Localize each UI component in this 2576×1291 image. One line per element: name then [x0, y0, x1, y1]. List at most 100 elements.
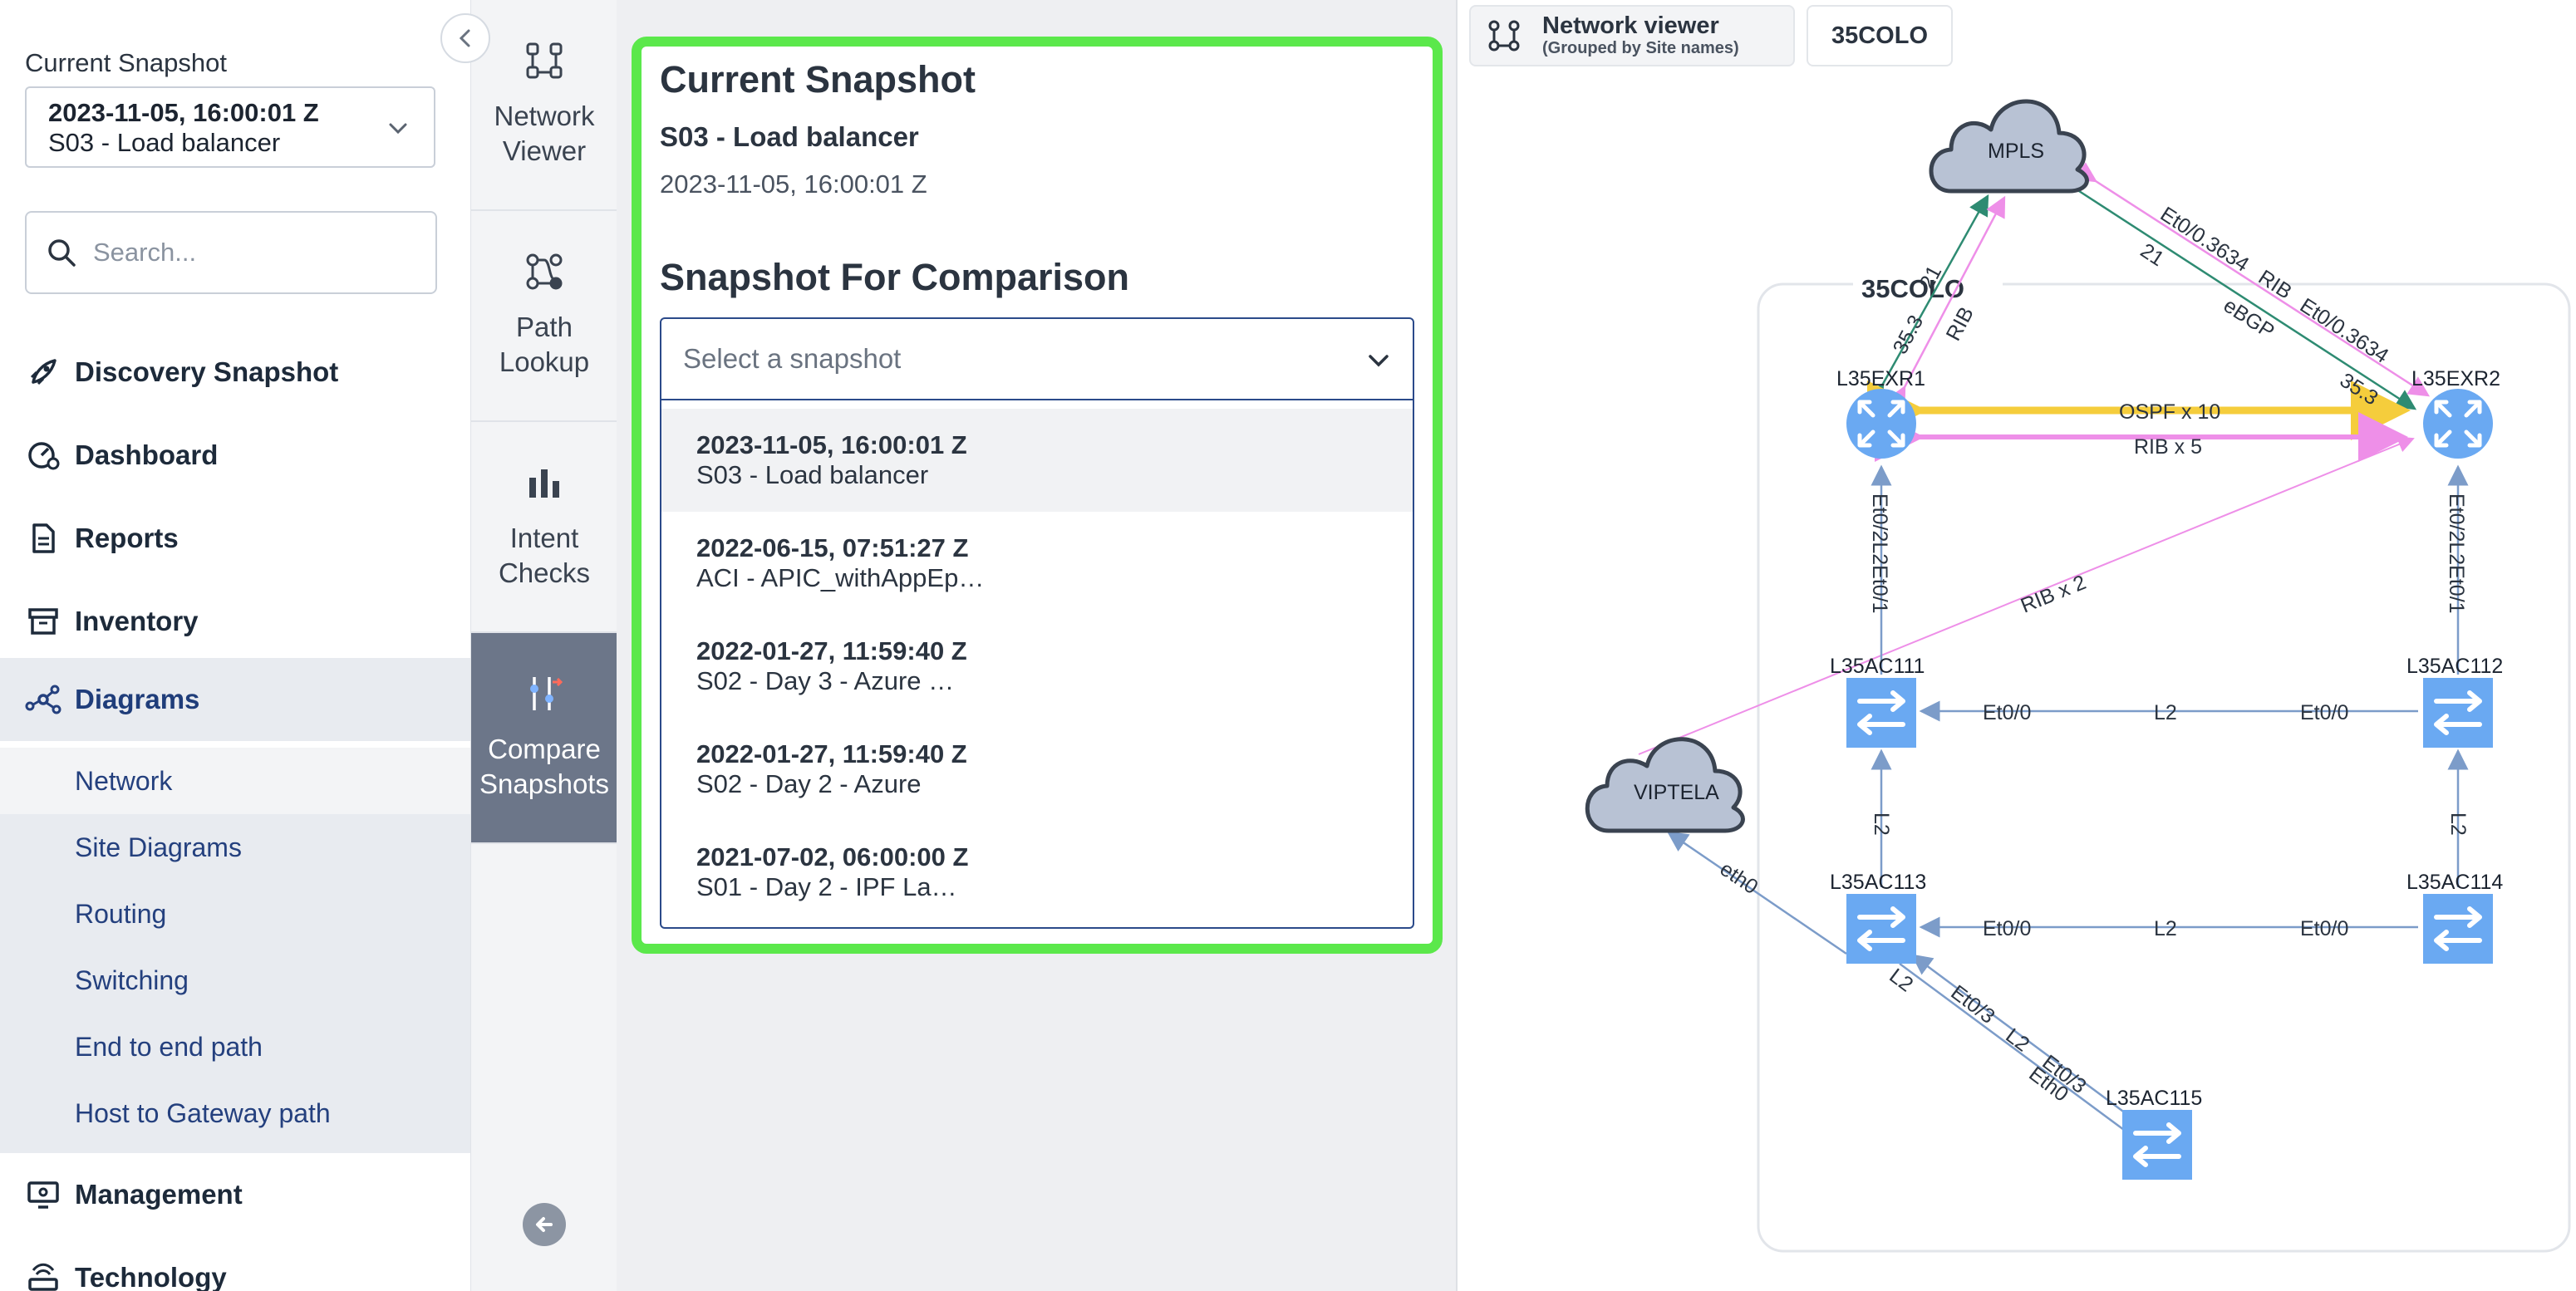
collapse-sidebar-button[interactable] — [440, 13, 490, 63]
label-ospf: OSPF x 10 — [2119, 400, 2220, 424]
label-r2-mpls-rib: RIB — [2254, 266, 2296, 304]
compare-panel: Current Snapshot S03 - Load balancer 202… — [617, 0, 1458, 1291]
label-s113-s115-l2: L2 — [1885, 964, 1917, 996]
switch-l35ac113[interactable]: L35AC113 — [1830, 871, 1926, 964]
rail-path-lookup[interactable]: Path Lookup — [471, 211, 617, 422]
rail-label: Snapshots — [479, 768, 609, 799]
nav-reports[interactable]: Reports — [0, 497, 470, 580]
site-group-label: 35COLO — [1861, 274, 1964, 303]
monitor-settings-icon — [25, 1176, 61, 1213]
label-s111-s112-l2: L2 — [2154, 701, 2177, 724]
nav-label: Diagrams — [75, 684, 200, 714]
label-s113-s115-et: Et0/3 — [1946, 980, 1998, 1028]
network-diagram[interactable]: 35COLO OSPF x 10 RIB x 5 RIB x 2 21 RIB … — [1459, 0, 2576, 1291]
network-nodes-icon — [25, 681, 61, 718]
nav-label: Management — [75, 1179, 243, 1210]
subnav-site-diagrams[interactable]: Site Diagrams — [0, 814, 470, 881]
nav-discovery-snapshot[interactable]: Discovery Snapshot — [0, 331, 470, 414]
device-label: L35AC113 — [1830, 871, 1926, 894]
label-s111-s113: L2 — [1870, 812, 1893, 836]
arrow-left-circle-icon — [536, 1217, 553, 1232]
label-s111-s112-b: Et0/0 — [2300, 701, 2348, 724]
search-box[interactable] — [25, 211, 437, 294]
snapshot-option[interactable]: 2021-07-02, 06:00:00 Z S01 - Day 2 - IPF… — [661, 821, 1413, 924]
snapshot-option[interactable]: 2022-06-15, 07:51:27 Z ACI - APIC_withAp… — [661, 512, 1413, 615]
label-s112-s114: L2 — [2446, 812, 2470, 836]
label-s111-s112-a: Et0/0 — [1983, 701, 2031, 724]
comparison-snapshot-select[interactable]: Select a snapshot — [660, 317, 1414, 400]
device-label: L35EXR1 — [1836, 367, 1925, 390]
rail-intent-checks[interactable]: Intent Checks — [471, 422, 617, 633]
select-placeholder: Select a snapshot — [683, 343, 902, 374]
site-tab-35colo[interactable]: 35COLO — [1807, 5, 1953, 66]
rail-label: Lookup — [499, 346, 590, 377]
current-snapshot-select[interactable]: 2023-11-05, 16:00:01 Z S03 - Load balanc… — [25, 86, 435, 168]
rail-compare-snapshots[interactable]: Compare Snapshots — [471, 633, 617, 844]
cloud-label: VIPTELA — [1634, 781, 1719, 804]
switch-l35ac112[interactable]: L35AC112 — [2406, 655, 2503, 748]
router-l35exr1[interactable]: L35EXR1 — [1836, 367, 1925, 459]
nav-inventory[interactable]: Inventory — [0, 580, 470, 663]
option-date: 2023-11-05, 16:00:01 Z — [696, 430, 967, 459]
subnav-host-to-gateway-path[interactable]: Host to Gateway path — [0, 1080, 470, 1146]
nav-management[interactable]: Management — [0, 1153, 470, 1236]
rail-label: Path — [516, 312, 573, 342]
snapshot-dropdown-list: 2023-11-05, 16:00:01 Z S03 - Load balanc… — [660, 400, 1414, 929]
label-s113-s114-b: Et0/0 — [2300, 917, 2348, 940]
option-name: ACI - APIC_withAppEp… — [696, 563, 985, 592]
option-name: S02 - Day 3 - Azure … — [696, 666, 955, 695]
current-snapshot-date: 2023-11-05, 16:00:01 Z — [48, 98, 319, 127]
tool-rail: Network Viewer Path Lookup Intent Checks Co… — [470, 0, 617, 1291]
label-r1-mpls-353: 35.3 — [1889, 312, 1929, 358]
subnav-network[interactable]: Network — [0, 748, 470, 814]
snapshot-option[interactable]: 2023-11-05, 16:00:01 Z S03 - Load balanc… — [661, 409, 1413, 512]
snapshot-option[interactable]: 2022-01-27, 11:59:40 Z S02 - Day 3 - Azu… — [661, 615, 1413, 718]
search-input[interactable] — [93, 238, 409, 268]
label-rib2: RIB x 2 — [2018, 571, 2090, 618]
topology-icon — [1488, 20, 1520, 52]
rail-network-viewer[interactable]: Network Viewer — [471, 0, 617, 211]
label-r2-mpls-et1: Et0/0.3634 — [2156, 203, 2254, 277]
switch-l35ac111[interactable]: L35AC111 — [1830, 655, 1925, 748]
rail-label: Viewer — [502, 135, 587, 166]
nav-dashboard[interactable]: Dashboard — [0, 414, 470, 497]
router-l35exr2[interactable]: L35EXR2 — [2411, 367, 2500, 459]
rail-label: Intent — [509, 523, 579, 553]
option-date: 2022-06-15, 07:51:27 Z — [696, 533, 969, 562]
bar-chart-icon — [529, 469, 559, 498]
nav-diagrams[interactable]: Diagrams — [0, 658, 470, 741]
subnav-switching[interactable]: Switching — [0, 947, 470, 1014]
snapshot-option[interactable]: 2022-01-27, 11:59:40 Z S02 - Day 2 - Azu… — [661, 718, 1413, 821]
label-r2-s112: Et0/2L2Et0/1 — [2445, 493, 2468, 614]
document-icon — [25, 520, 61, 557]
switch-l35ac114[interactable]: L35AC114 — [2406, 871, 2503, 964]
subnav-routing[interactable]: Routing — [0, 881, 470, 947]
nav-technology[interactable]: Technology — [0, 1236, 470, 1291]
sidebar: Current Snapshot 2023-11-05, 16:00:01 Z … — [0, 0, 470, 1291]
cloud-viptela[interactable]: VIPTELA — [1585, 737, 1745, 833]
network-viewer[interactable]: 35COLO OSPF x 10 RIB x 5 RIB x 2 21 RIB … — [1459, 0, 2576, 1291]
switch-l35ac115[interactable]: L35AC115 — [2106, 1087, 2202, 1180]
archive-box-icon — [25, 603, 61, 640]
viewer-tab-title: Network viewer — [1542, 12, 1719, 39]
chevron-down-icon — [389, 123, 407, 135]
back-button[interactable] — [523, 1203, 566, 1246]
nav-label: Technology — [75, 1262, 227, 1291]
label-rib5: RIB x 5 — [2134, 435, 2202, 459]
nav-label: Inventory — [75, 606, 199, 636]
chevron-down-icon — [1369, 355, 1389, 367]
subnav-end-to-end-path[interactable]: End to end path — [0, 1014, 470, 1080]
device-label: L35AC115 — [2106, 1087, 2202, 1110]
device-label: L35EXR2 — [2411, 367, 2500, 390]
device-label: L35AC114 — [2406, 871, 2503, 894]
label-r2-mpls-et2: Et0/0.3634 — [2296, 294, 2393, 368]
label-r2-mpls-353: 35.3 — [2336, 369, 2382, 410]
cloud-label: MPLS — [1988, 140, 2044, 163]
cloud-mpls[interactable]: MPLS — [1929, 99, 2089, 194]
network-viewer-tab[interactable]: Network viewer (Grouped by Site names) — [1469, 5, 1795, 66]
label-r1-s111: Et0/2L2Et0/1 — [1868, 493, 1891, 614]
router-icon — [25, 1259, 61, 1291]
rocket-icon — [25, 354, 61, 390]
current-snapshot-name: S03 - Load balancer — [48, 128, 281, 157]
option-date: 2022-01-27, 11:59:40 Z — [696, 636, 967, 665]
